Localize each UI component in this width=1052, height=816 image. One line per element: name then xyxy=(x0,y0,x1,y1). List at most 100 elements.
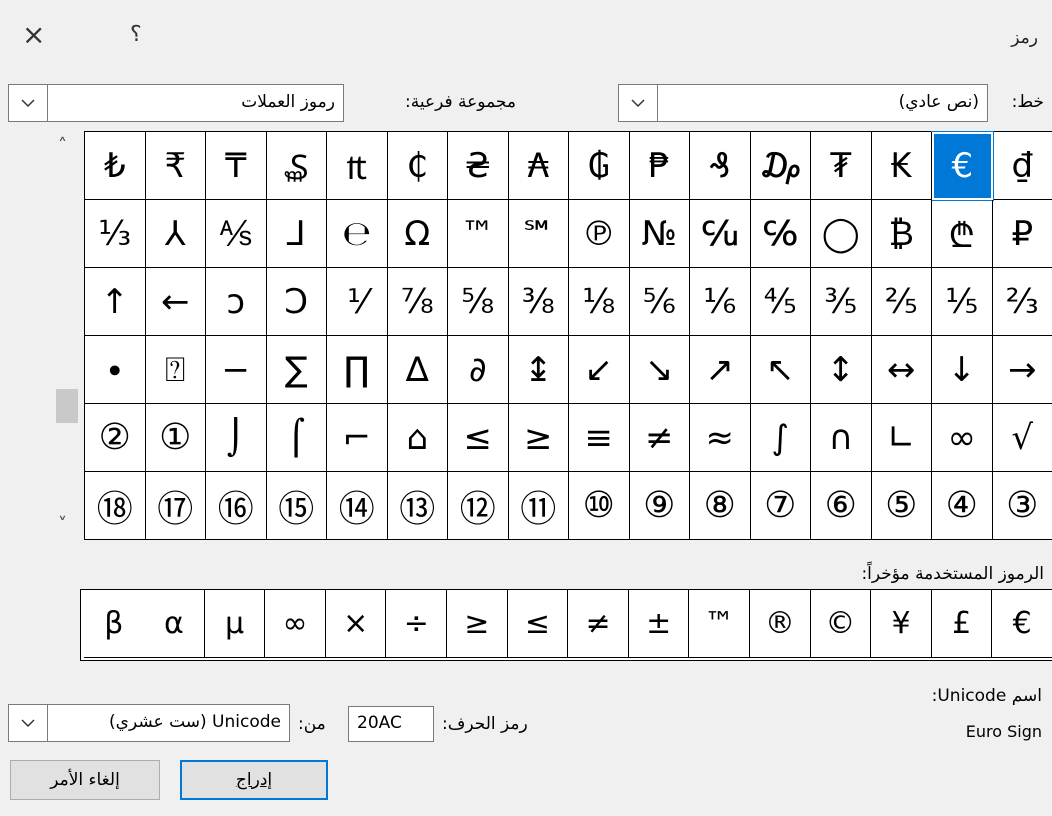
symbol-cell[interactable]: ◯ xyxy=(811,200,872,268)
symbol-cell[interactable]: ⑱ xyxy=(85,472,146,540)
symbol-cell[interactable]: ≤ xyxy=(508,404,569,472)
symbol-cell[interactable]: ₹ xyxy=(145,132,206,200)
symbol-cell[interactable]: ≡ xyxy=(569,404,630,472)
font-select[interactable]: (نص عادي) xyxy=(618,84,988,122)
symbol-cell[interactable]: ₴ xyxy=(448,132,509,200)
symbol-cell[interactable]: ⅖ xyxy=(871,268,932,336)
scroll-thumb[interactable] xyxy=(56,389,78,423)
symbol-cell[interactable]: ③ xyxy=(992,472,1052,540)
symbol-cell[interactable]: ④ xyxy=(932,472,993,540)
recent-symbol-cell[interactable]: £ xyxy=(931,590,993,658)
symbol-cell[interactable]: ⅜ xyxy=(508,268,569,336)
recent-symbol-cell[interactable]: β xyxy=(83,590,145,658)
symbol-cell[interactable]: ↗ xyxy=(690,336,751,404)
symbol-cell[interactable]: ₯ xyxy=(750,132,811,200)
symbol-cell[interactable]: ₺ xyxy=(85,132,146,200)
symbol-cell[interactable]: ∩ xyxy=(811,404,872,472)
symbol-cell[interactable]: ₾ xyxy=(932,200,993,268)
symbol-cell[interactable]: ⅞ xyxy=(387,268,448,336)
symbol-cell[interactable]: ⌡ xyxy=(206,404,267,472)
symbol-cell[interactable]: ⑦ xyxy=(750,472,811,540)
symbol-cell[interactable]: ↓ xyxy=(932,336,993,404)
symbol-cell[interactable]: ⑨ xyxy=(629,472,690,540)
symbol-cell[interactable]: ∏ xyxy=(327,336,388,404)
symbol-cell[interactable]: ⑥ xyxy=(811,472,872,540)
symbol-cell[interactable]: ℮ xyxy=(327,200,388,268)
symbol-cell[interactable]: ₳ xyxy=(508,132,569,200)
help-icon[interactable]: ؟ xyxy=(130,22,142,47)
symbol-cell[interactable]: ≈ xyxy=(690,404,751,472)
symbol-cell[interactable]: − xyxy=(206,336,267,404)
symbol-cell[interactable]: ∆ xyxy=(387,336,448,404)
symbol-cell[interactable]: ₮ xyxy=(811,132,872,200)
symbol-cell[interactable]: ↨ xyxy=(508,336,569,404)
recent-symbol-cell[interactable]: ≠ xyxy=(568,590,629,658)
symbol-cell[interactable]: ↄ xyxy=(206,268,267,336)
symbol-cell[interactable]: ₶ xyxy=(327,132,388,200)
chevron-down-icon[interactable] xyxy=(619,85,658,121)
symbol-cell[interactable]: ⑮ xyxy=(266,472,327,540)
symbol-cell[interactable]: ≥ xyxy=(448,404,509,472)
recent-symbol-cell[interactable]: ≤ xyxy=(447,590,508,658)
symbol-cell[interactable]: ⑰ xyxy=(145,472,206,540)
symbol-cell[interactable]: ← xyxy=(145,268,206,336)
symbol-cell[interactable]: → xyxy=(992,336,1052,404)
close-icon[interactable]: × xyxy=(22,18,45,51)
from-select[interactable]: Unicode (ست عشري) xyxy=(8,704,290,742)
symbol-cell[interactable]: ⑫ xyxy=(448,472,509,540)
symbol-cell[interactable]: ⅘ xyxy=(750,268,811,336)
symbol-cell[interactable]: ⅟ xyxy=(327,268,388,336)
symbol-cell[interactable]: ⑯ xyxy=(206,472,267,540)
recent-symbol-cell[interactable]: € xyxy=(992,590,1052,658)
symbol-cell[interactable]: ₭ xyxy=(871,132,932,200)
symbol-cell[interactable]: ∞ xyxy=(932,404,993,472)
symbol-cell[interactable]: ℠ xyxy=(508,200,569,268)
symbol-cell[interactable]: ⑬ xyxy=(387,472,448,540)
symbol-cell[interactable]: ⅙ xyxy=(690,268,751,336)
recent-symbol-cell[interactable]: × xyxy=(325,590,387,658)
symbol-cell[interactable]: ⍰ xyxy=(145,336,206,404)
symbol-cell[interactable]: Ↄ xyxy=(266,268,327,336)
symbol-cell[interactable]: ∫ xyxy=(750,404,811,472)
symbol-cell[interactable]: Ω xyxy=(387,200,448,268)
symbol-cell[interactable]: ⅓ xyxy=(85,200,146,268)
symbol-cell[interactable]: ⅗ xyxy=(811,268,872,336)
cancel-button[interactable]: إلغاء الأمر xyxy=(10,760,160,800)
symbol-cell[interactable]: ∙ xyxy=(85,336,146,404)
symbol-cell[interactable]: ₵ xyxy=(387,132,448,200)
symbol-cell[interactable]: ↕ xyxy=(811,336,872,404)
symbol-cell[interactable]: ₿ xyxy=(871,200,932,268)
recent-symbol-cell[interactable]: ÷ xyxy=(386,590,448,658)
grid-scrollbar[interactable]: ˄ ˅ xyxy=(52,131,82,539)
symbol-cell[interactable]: ⅝ xyxy=(448,268,509,336)
symbol-cell[interactable]: ₫ xyxy=(992,132,1052,200)
symbol-cell[interactable]: € xyxy=(931,131,994,201)
symbol-cell[interactable]: √ xyxy=(992,404,1052,472)
recent-symbol-cell[interactable]: ∞ xyxy=(265,590,326,658)
symbol-cell[interactable]: ⑪ xyxy=(508,472,569,540)
symbol-cell[interactable]: ∟ xyxy=(871,404,932,472)
chevron-down-icon[interactable] xyxy=(9,705,48,741)
symbol-cell[interactable]: ⅛ xyxy=(569,268,630,336)
recent-symbol-cell[interactable]: ™ xyxy=(689,590,751,658)
recent-symbol-cell[interactable]: µ xyxy=(204,590,266,658)
symbol-cell[interactable]: ⑤ xyxy=(871,472,932,540)
symbol-cell[interactable]: ∂ xyxy=(448,336,509,404)
symbol-cell[interactable]: ⅍ xyxy=(206,200,267,268)
symbol-cell[interactable]: ↔ xyxy=(871,336,932,404)
symbol-cell[interactable]: № xyxy=(629,200,690,268)
symbol-cell[interactable]: ⅄ xyxy=(145,200,206,268)
symbol-cell[interactable]: ↘ xyxy=(629,336,690,404)
symbol-cell[interactable]: ⅔ xyxy=(992,268,1052,336)
symbol-cell[interactable]: ⑧ xyxy=(690,472,751,540)
chevron-down-icon[interactable] xyxy=(9,85,48,121)
recent-symbol-cell[interactable]: ± xyxy=(628,590,690,658)
scroll-up-icon[interactable]: ˄ xyxy=(58,135,67,156)
symbol-cell[interactable]: ⑩ xyxy=(569,472,630,540)
char-code-input[interactable]: 20AC xyxy=(348,706,434,742)
symbol-cell[interactable]: ₰ xyxy=(690,132,751,200)
symbol-cell[interactable]: ∑ xyxy=(266,336,327,404)
symbol-cell[interactable]: ↙ xyxy=(569,336,630,404)
symbol-cell[interactable]: ① xyxy=(145,404,206,472)
subset-select[interactable]: رموز العملات xyxy=(8,84,344,122)
